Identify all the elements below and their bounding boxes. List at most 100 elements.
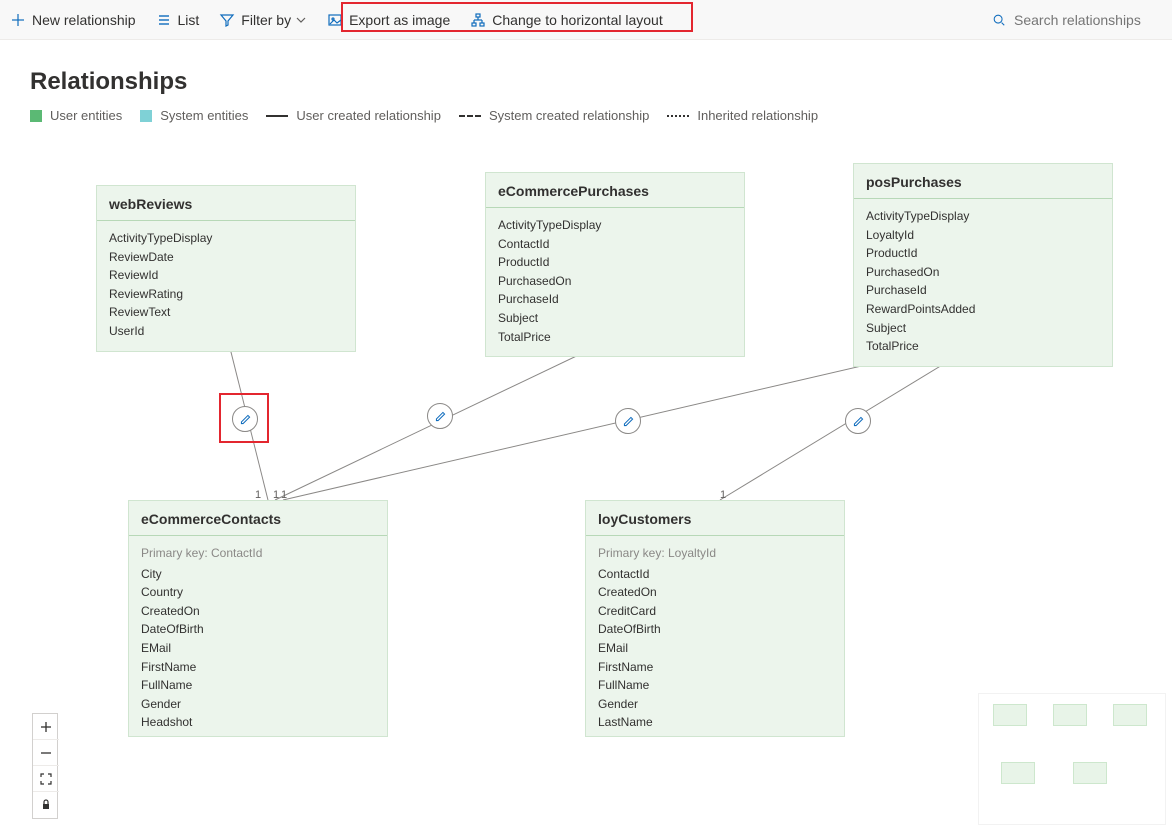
relationship-canvas[interactable]: * 1 * 1 * 1 * 1 webReviews ActivityTypeD…: [0, 150, 1172, 831]
filter-button[interactable]: Filter by: [209, 6, 317, 34]
entity-field: EMail: [141, 639, 375, 658]
entity-fields: Primary key: LoyaltyId ContactIdCreatedO…: [586, 536, 844, 736]
legend-system-entities-label: System entities: [160, 108, 248, 123]
edit-relationship-button-3[interactable]: [615, 408, 641, 434]
plus-icon: [40, 721, 52, 733]
minimap-entity: [1113, 704, 1147, 726]
entity-field: Country: [141, 583, 375, 602]
entity-header: loyCustomers: [586, 501, 844, 536]
list-icon: [156, 12, 172, 28]
entity-field: Subject: [866, 319, 1100, 338]
legend-system-rel: System created relationship: [459, 108, 649, 123]
legend-inherited-rel: Inherited relationship: [667, 108, 818, 123]
entity-fields: ActivityTypeDisplayReviewDateReviewIdRev…: [97, 221, 355, 351]
entity-ecommercecontacts[interactable]: eCommerceContacts Primary key: ContactId…: [128, 500, 388, 737]
page-title: Relationships: [30, 68, 1172, 96]
entity-field: ReviewId: [109, 266, 343, 285]
edit-relationship-button-2[interactable]: [427, 403, 453, 429]
legend-system-entities: System entities: [140, 108, 248, 123]
entity-field: FirstName: [598, 658, 832, 677]
legend-user-rel: User created relationship: [266, 108, 441, 123]
minimap-entity: [1053, 704, 1087, 726]
legend-inherited-rel-label: Inherited relationship: [697, 108, 818, 123]
entity-field: TotalPrice: [498, 328, 732, 347]
entity-field: Gender: [141, 695, 375, 714]
entity-field: ReviewRating: [109, 285, 343, 304]
minus-icon: [40, 747, 52, 759]
entity-field: ProductId: [866, 244, 1100, 263]
entity-header: posPurchases: [854, 164, 1112, 199]
filter-icon: [219, 12, 235, 28]
entity-field: ContactId: [498, 235, 732, 254]
list-button[interactable]: List: [146, 6, 210, 34]
minimap-entity: [1073, 762, 1107, 784]
new-relationship-button[interactable]: New relationship: [0, 6, 146, 34]
entity-field: CreatedOn: [141, 602, 375, 621]
edit-relationship-button-4[interactable]: [845, 408, 871, 434]
minimap-entity: [993, 704, 1027, 726]
entity-field: ContactId: [598, 565, 832, 584]
entity-field: CreditCard: [598, 602, 832, 621]
plus-icon: [10, 12, 26, 28]
entity-field: DateOfBirth: [141, 620, 375, 639]
entity-header: eCommerceContacts: [129, 501, 387, 536]
entity-fields: ActivityTypeDisplayLoyaltyIdProductIdPur…: [854, 199, 1112, 366]
zoom-controls: [32, 713, 58, 819]
inherited-rel-line: [667, 115, 689, 117]
zoom-out-button[interactable]: [33, 740, 59, 766]
filter-label: Filter by: [241, 12, 291, 28]
entity-field: UserId: [109, 322, 343, 341]
entity-field: LastName: [141, 732, 375, 736]
entity-field: PurchasedOn: [498, 272, 732, 291]
layout-icon: [470, 12, 486, 28]
entity-field: DateOfBirth: [598, 620, 832, 639]
pencil-icon: [434, 410, 447, 423]
lock-icon: [40, 799, 52, 811]
search-input[interactable]: [1012, 11, 1162, 29]
chevron-down-icon: [295, 14, 307, 26]
entity-field: ReviewDate: [109, 248, 343, 267]
entity-field: Gender: [598, 695, 832, 714]
system-entities-swatch: [140, 110, 152, 122]
entity-field: TotalPrice: [866, 337, 1100, 356]
system-rel-line: [459, 115, 481, 117]
export-image-button[interactable]: Export as image: [317, 6, 460, 34]
entity-fields: ActivityTypeDisplayContactIdProductIdPur…: [486, 208, 744, 356]
entity-ecommercepurchases[interactable]: eCommercePurchases ActivityTypeDisplayCo…: [485, 172, 745, 357]
entity-field: ReviewText: [109, 303, 343, 322]
entity-loycustomers[interactable]: loyCustomers Primary key: LoyaltyId Cont…: [585, 500, 845, 737]
legend: User entities System entities User creat…: [30, 108, 1172, 123]
zoom-in-button[interactable]: [33, 714, 59, 740]
entity-field: CreatedOn: [598, 583, 832, 602]
entity-webreviews[interactable]: webReviews ActivityTypeDisplayReviewDate…: [96, 185, 356, 352]
entity-field: RewardPointsAdded: [866, 300, 1100, 319]
change-layout-label: Change to horizontal layout: [492, 12, 662, 28]
legend-user-entities: User entities: [30, 108, 122, 123]
legend-user-entities-label: User entities: [50, 108, 122, 123]
fullscreen-icon: [40, 773, 52, 785]
entity-field: ActivityTypeDisplay: [866, 207, 1100, 226]
change-layout-button[interactable]: Change to horizontal layout: [460, 6, 672, 34]
entity-header: eCommercePurchases: [486, 173, 744, 208]
minimap-entity: [1001, 762, 1035, 784]
entity-field: FirstName: [141, 658, 375, 677]
zoom-fit-button[interactable]: [33, 766, 59, 792]
legend-user-rel-label: User created relationship: [296, 108, 441, 123]
primary-key: Primary key: LoyaltyId: [598, 544, 832, 563]
toolbar: New relationship List Filter by Export a…: [0, 0, 1172, 40]
legend-system-rel-label: System created relationship: [489, 108, 649, 123]
search-icon: [992, 13, 1006, 27]
entity-pospurchases[interactable]: posPurchases ActivityTypeDisplayLoyaltyI…: [853, 163, 1113, 367]
entity-field: Headshot: [141, 713, 375, 732]
entity-field: RewardPoints: [598, 732, 832, 736]
export-image-label: Export as image: [349, 12, 450, 28]
entity-field: EMail: [598, 639, 832, 658]
entity-field: PurchaseId: [498, 290, 732, 309]
zoom-lock-button[interactable]: [33, 792, 59, 818]
pencil-icon: [852, 415, 865, 428]
search-box[interactable]: [992, 0, 1162, 39]
edit-relationship-button-1[interactable]: [232, 406, 258, 432]
minimap[interactable]: [978, 693, 1166, 825]
entity-field: FullName: [141, 676, 375, 695]
pencil-icon: [239, 413, 252, 426]
